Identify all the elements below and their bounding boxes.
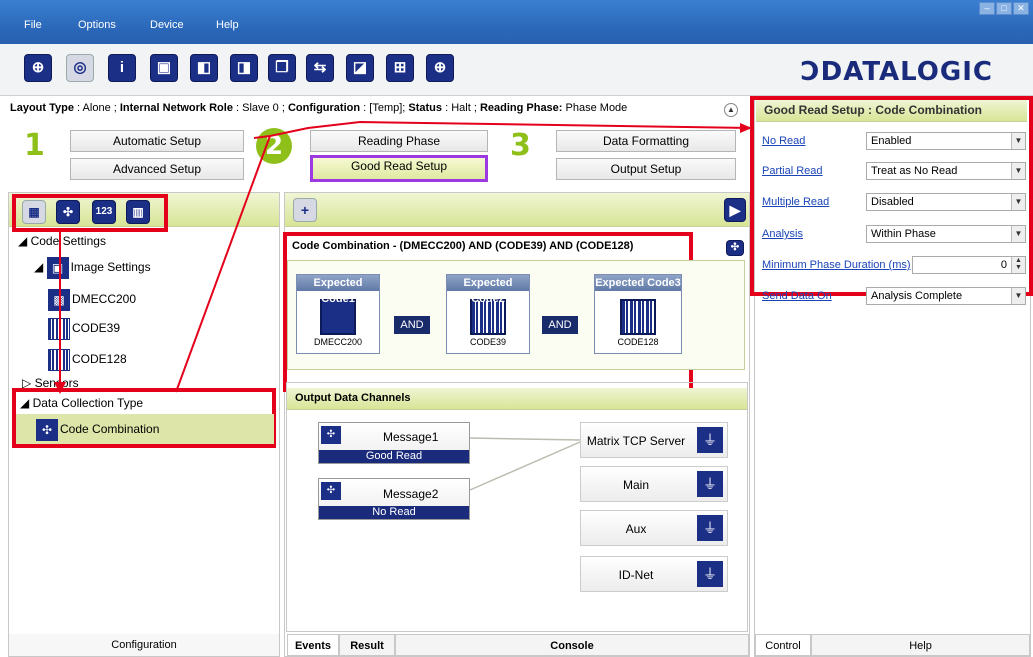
arrow-head-right-icon xyxy=(740,123,752,133)
annotation-arrow-to-right-panel xyxy=(253,120,753,139)
annotation-arrows xyxy=(54,120,753,394)
arrow-head-down-icon xyxy=(54,382,66,394)
annotation-arrow-to-tree xyxy=(175,135,271,393)
